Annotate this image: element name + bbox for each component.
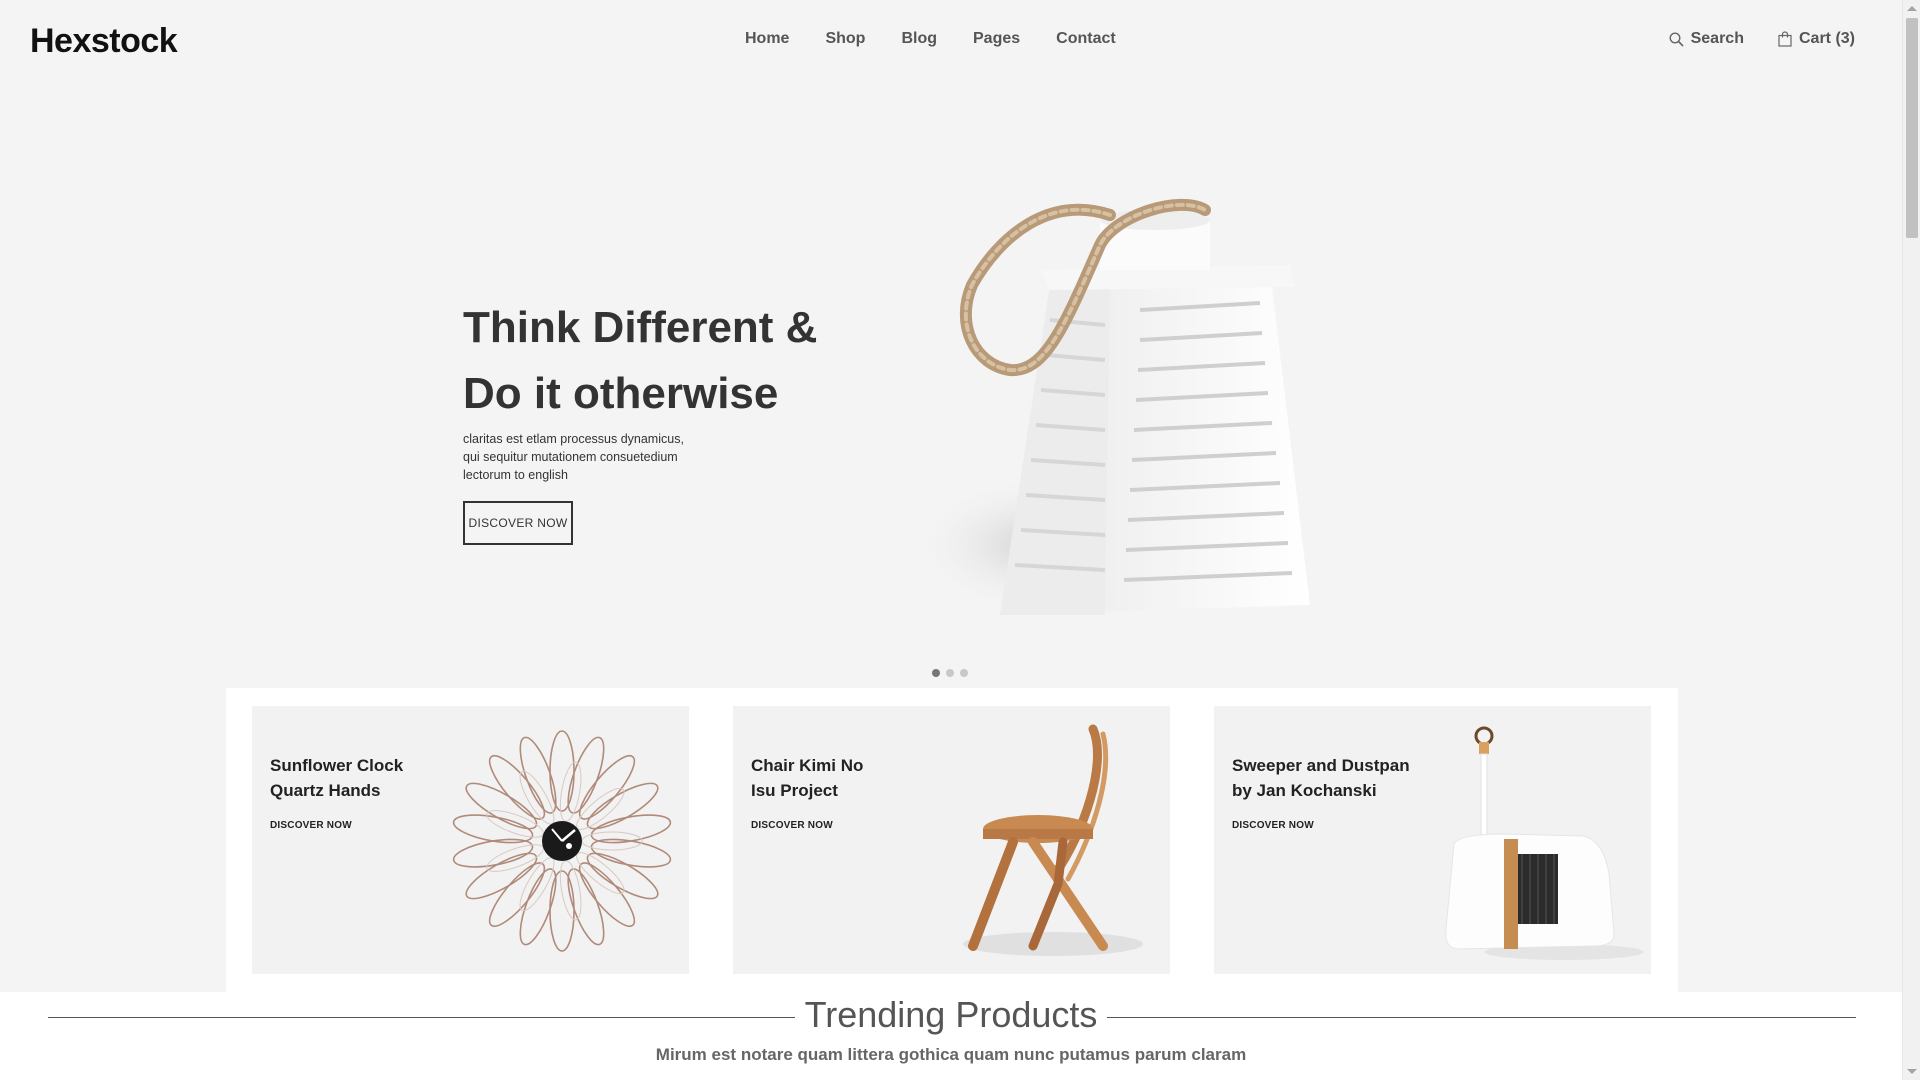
search-icon <box>1669 31 1684 47</box>
banner-discover-link[interactable]: DISCOVER NOW <box>1232 820 1314 831</box>
nav-home[interactable]: Home <box>745 30 789 48</box>
banner-title: Chair Kimi No Isu Project <box>751 753 941 803</box>
slider-dot-1[interactable] <box>932 669 940 677</box>
nav-pages[interactable]: Pages <box>973 30 1020 48</box>
search-button[interactable]: Search <box>1669 30 1744 48</box>
section-title: Trending Products <box>0 994 1902 1036</box>
slider-dots <box>932 669 968 677</box>
site-header: Hexstock Home Shop Blog Pages Contact Se… <box>0 0 1902 80</box>
hero-discover-button[interactable]: DISCOVER NOW <box>463 501 573 545</box>
banner-title-line-2: Isu Project <box>751 781 838 800</box>
hero-text-line-2: qui sequitur mutationem consuetedium <box>463 450 678 464</box>
banner-sweeper[interactable]: Sweeper and Dustpan by Jan Kochanski DIS… <box>1214 706 1651 974</box>
cart-button[interactable]: Cart (3) <box>1778 30 1855 48</box>
shopping-bag-icon <box>1778 31 1792 47</box>
hero-text-line-1: claritas est etlam processus dynamicus, <box>463 432 684 446</box>
nav-contact[interactable]: Contact <box>1056 30 1116 48</box>
scroll-down-arrow-icon[interactable] <box>1907 1069 1917 1074</box>
banner-title-line-1: Chair Kimi No <box>751 756 864 775</box>
cart-label: Cart (3) <box>1798 30 1855 47</box>
page-scrollbar[interactable] <box>1902 0 1920 1080</box>
nav-blog[interactable]: Blog <box>901 30 937 48</box>
site-logo[interactable]: Hexstock <box>30 22 178 61</box>
banner-discover-link[interactable]: DISCOVER NOW <box>751 820 833 831</box>
banner-title-line-2: by Jan Kochanski <box>1232 781 1377 800</box>
banner-chair[interactable]: Chair Kimi No Isu Project DISCOVER NOW <box>733 706 1170 974</box>
search-label: Search <box>1690 30 1744 47</box>
hero-title-line-2: Do it otherwise <box>463 369 779 418</box>
hero-description: claritas est etlam processus dynamicus, … <box>463 430 723 484</box>
hero-title-line-1: Think Different & <box>463 303 818 352</box>
banner-title: Sweeper and Dustpan by Jan Kochanski <box>1232 753 1422 803</box>
banner-sunflower-clock[interactable]: Sunflower Clock Quartz Hands DISCOVER NO… <box>252 706 689 974</box>
lantern-image <box>900 175 1370 615</box>
banner-title-line-2: Quartz Hands <box>270 781 381 800</box>
section-subtitle: Mirum est notare quam littera gothica qu… <box>655 1045 1247 1064</box>
trending-title-text: Trending Products <box>794 994 1108 1035</box>
slider-dot-2[interactable] <box>946 669 954 677</box>
header-utilities: Search Cart (3) <box>1669 30 1855 48</box>
slider-dot-3[interactable] <box>960 669 968 677</box>
banner-title-line-1: Sweeper and Dustpan <box>1232 756 1410 775</box>
clock-image <box>447 726 677 961</box>
hero-title: Think Different & Do it otherwise <box>463 295 883 427</box>
scroll-thumb[interactable] <box>1906 18 1918 238</box>
nav-shop[interactable]: Shop <box>825 30 865 48</box>
banner-title-line-1: Sunflower Clock <box>270 756 404 775</box>
main-nav: Home Shop Blog Pages Contact <box>745 30 1116 48</box>
hero-text-line-3: lectorum to english <box>463 468 568 482</box>
scroll-up-arrow-icon[interactable] <box>1907 6 1917 11</box>
dustpan-image <box>1444 724 1644 969</box>
banner-section: Sunflower Clock Quartz Hands DISCOVER NO… <box>226 688 1678 992</box>
banner-title: Sunflower Clock Quartz Hands <box>270 753 460 803</box>
banner-discover-link[interactable]: DISCOVER NOW <box>270 820 352 831</box>
chair-image <box>943 724 1143 969</box>
